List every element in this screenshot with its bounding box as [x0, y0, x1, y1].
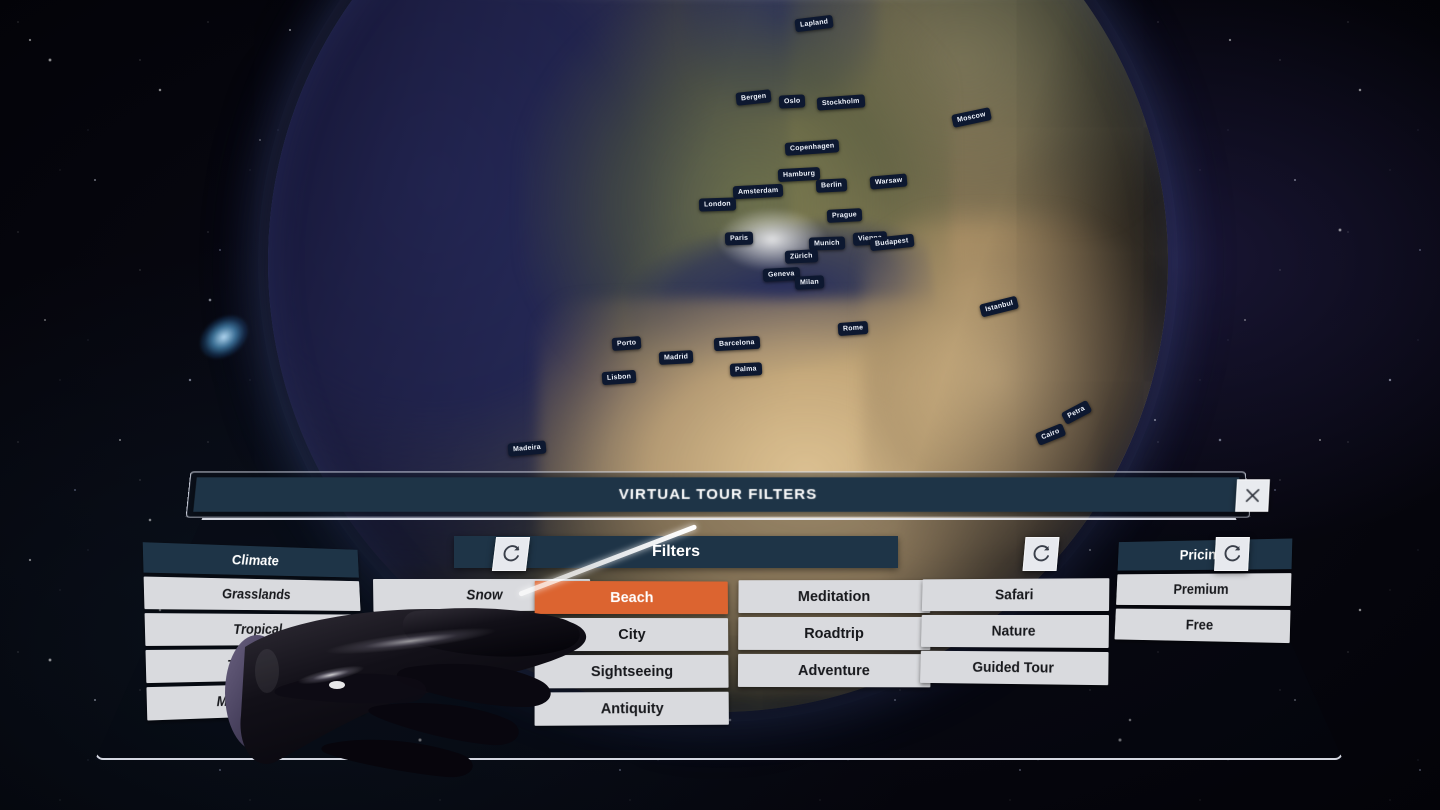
vr-controller-hand[interactable]: [215, 575, 615, 810]
filter-column-filters-3: Safari Nature Guided Tour: [920, 544, 1110, 686]
city-label-barcelona[interactable]: Barcelona: [713, 335, 760, 351]
refresh-circular-arrow-icon: [503, 545, 520, 562]
filter-button-safari[interactable]: Safari: [921, 578, 1110, 612]
filter-column-pricing: Pricing Premium Free: [1114, 538, 1293, 644]
filter-button-meditation[interactable]: Meditation: [738, 580, 931, 614]
column-header-pricing: Pricing: [1117, 538, 1293, 571]
city-label-prague[interactable]: Prague: [826, 208, 863, 223]
city-label-rome[interactable]: Rome: [837, 320, 869, 336]
city-label-lisbon[interactable]: Lisbon: [601, 369, 637, 385]
close-x-icon: [1244, 487, 1262, 504]
city-label-munich[interactable]: Munich: [808, 236, 845, 251]
vr-hand-pinky: [321, 739, 473, 778]
refresh-circular-arrow-icon: [1033, 545, 1050, 562]
reset-button-pricing[interactable]: [1214, 537, 1250, 571]
vr-hand-highlight-3: [329, 681, 345, 689]
panel-titlebar: VIRTUAL TOUR FILTERS: [193, 477, 1243, 512]
page-title: VIRTUAL TOUR FILTERS: [618, 486, 818, 503]
refresh-circular-arrow-icon: [1224, 545, 1241, 562]
city-label-milan[interactable]: Milan: [794, 275, 825, 290]
filter-button-adventure[interactable]: Adventure: [737, 653, 931, 688]
column-header-climate: Climate: [142, 542, 359, 578]
filter-button-premium[interactable]: Premium: [1116, 573, 1292, 606]
city-label-amsterdam[interactable]: Amsterdam: [732, 183, 784, 199]
reset-button-climate[interactable]: [491, 537, 531, 571]
city-label-palma[interactable]: Palma: [729, 362, 762, 377]
filter-button-free[interactable]: Free: [1114, 608, 1291, 644]
city-label-madrid[interactable]: Madrid: [658, 350, 694, 365]
vr-hand-highlight-4: [255, 649, 279, 693]
reset-button-filters[interactable]: [1022, 537, 1060, 571]
city-label-porto[interactable]: Porto: [611, 335, 642, 351]
city-label-berlin[interactable]: Berlin: [815, 178, 848, 193]
city-label-z-rich[interactable]: Zürich: [784, 249, 818, 264]
city-label-london[interactable]: London: [698, 197, 737, 212]
filter-button-nature[interactable]: Nature: [920, 614, 1109, 649]
city-label-oslo[interactable]: Oslo: [778, 94, 806, 109]
vr-scene: Lapland Bergen Oslo Stockholm Moscow Copenhag…: [0, 0, 1440, 810]
close-button[interactable]: [1235, 479, 1270, 512]
city-label-paris[interactable]: Paris: [724, 231, 754, 245]
filter-button-roadtrip[interactable]: Roadtrip: [738, 616, 931, 651]
filter-button-guided-tour[interactable]: Guided Tour: [920, 650, 1109, 686]
vr-hand-ring-finger: [368, 702, 519, 746]
panel-titlebar-frame: VIRTUAL TOUR FILTERS: [185, 471, 1270, 518]
city-label-hamburg[interactable]: Hamburg: [777, 166, 821, 182]
